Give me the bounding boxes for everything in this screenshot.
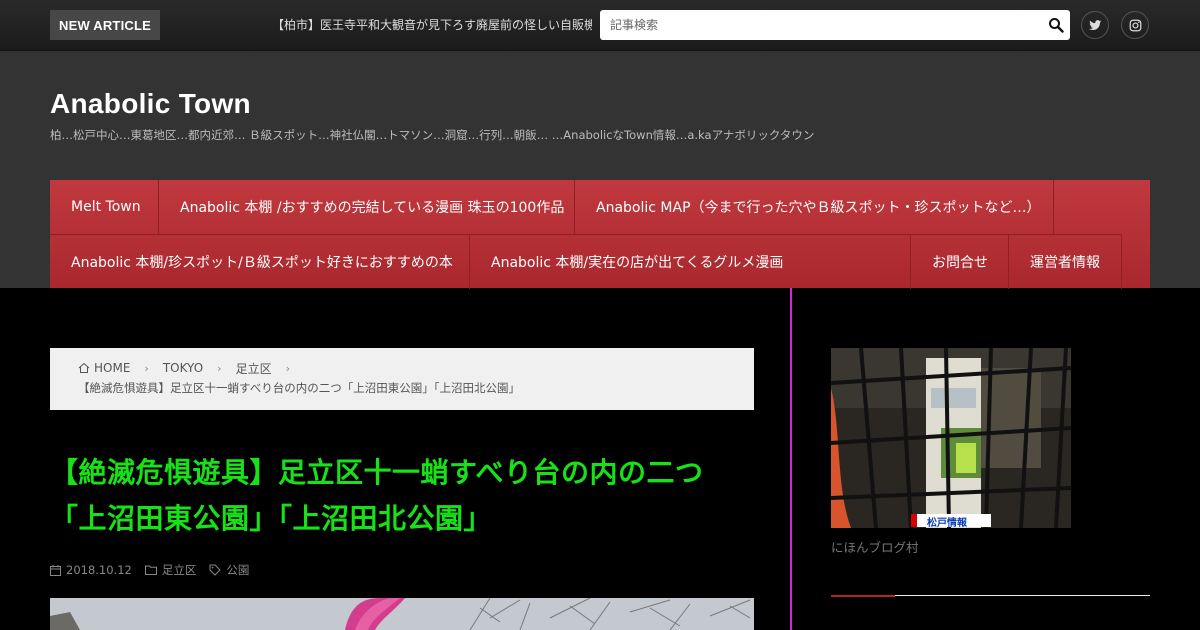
post-category[interactable]: 足立区 (162, 562, 197, 578)
search-box (600, 10, 1070, 40)
sidebar-divider-accent (831, 595, 895, 597)
post-meta: 2018.10.12 足立区 公園 (50, 561, 262, 579)
nav-row-2: Anabolic 本棚/珍スポット/Ｂ級スポット好きにおすすめの本 Anabol… (50, 234, 1122, 289)
calendar-icon (50, 564, 61, 576)
breadcrumb-current: 【絶滅危惧遊具】足立区十一蛸すべり台の内の二つ「上沼田東公園」「上沼田北公園」 (78, 381, 520, 395)
breadcrumb-adachi[interactable]: 足立区 (236, 360, 272, 377)
nav-item-bookshelf-spots[interactable]: Anabolic 本棚/珍スポット/Ｂ級スポット好きにおすすめの本 (50, 235, 470, 289)
ticker-link[interactable]: 【柏市】医王寺平和大観音が見下ろす廃屋前の怪しい自販機 (272, 16, 592, 36)
top-bar: NEW ARTICLE 【柏市】医王寺平和大観音が見下ろす廃屋前の怪しい自販機 (0, 0, 1200, 51)
new-article-badge: NEW ARTICLE (50, 10, 160, 40)
post-tag[interactable]: 公園 (226, 562, 249, 578)
sidebar-banner[interactable]: 松戸情報 (831, 348, 1071, 528)
chevron-right-icon: › (217, 361, 222, 375)
post-date: 2018.10.12 (66, 563, 132, 577)
post-image-art (50, 598, 754, 630)
site-title[interactable]: Anabolic Town (50, 88, 251, 120)
chevron-right-icon: › (285, 361, 290, 375)
breadcrumb: HOME › TOKYO › 足立区 › 【絶滅危惧遊具】足立区十一蛸すべり台の… (50, 348, 754, 410)
nav-row-1: Melt Town Anabolic 本棚 /おすすめの完結している漫画 珠玉の… (50, 180, 1054, 234)
nav-item-bookshelf-manga[interactable]: Anabolic 本棚 /おすすめの完結している漫画 珠玉の100作品 (159, 180, 575, 234)
folder-icon (144, 565, 157, 575)
nav-item-melt-town[interactable]: Melt Town (50, 180, 159, 234)
breadcrumb-home[interactable]: HOME (94, 361, 130, 375)
twitter-icon (1088, 19, 1101, 30)
tag-icon (209, 564, 222, 576)
twitter-button[interactable] (1081, 11, 1109, 39)
banner-label: 松戸情報 (927, 518, 967, 528)
nav-item-bookshelf-gourmet[interactable]: Anabolic 本棚/実在の店が出てくるグルメ漫画 (470, 235, 911, 289)
nav-item-anabolic-map[interactable]: Anabolic MAP（今まで行った穴やＢ級スポット・珍スポットなど…） (575, 180, 1054, 234)
breadcrumb-tokyo[interactable]: TOKYO (163, 361, 203, 375)
post-eyecatch-image (50, 598, 754, 630)
nav-item-contact[interactable]: お問合せ (911, 235, 1009, 289)
instagram-icon (1129, 19, 1141, 31)
nav-item-about[interactable]: 運営者情報 (1009, 235, 1122, 289)
site-description: 柏…松戸中心…東葛地区…都内近郊… Ｂ級スポット…神社仏閣…トマソン…洞窟…行列… (50, 128, 815, 142)
instagram-button[interactable] (1121, 11, 1149, 39)
site-header: Anabolic Town 柏…松戸中心…東葛地区…都内近郊… Ｂ級スポット…神… (0, 51, 1200, 289)
blog-village-link[interactable]: にほんブログ村 (831, 537, 919, 556)
chevron-right-icon: › (144, 361, 149, 375)
post-title: 【絶滅危惧遊具】足立区十一蛸すべり台の内の二つ「上沼田東公園」「上沼田北公園」 (50, 456, 704, 535)
search-input[interactable] (600, 10, 1030, 40)
search-icon[interactable] (1048, 17, 1064, 33)
main-nav: Melt Town Anabolic 本棚 /おすすめの完結している漫画 珠玉の… (50, 180, 1150, 289)
home-icon (78, 362, 90, 373)
content-divider (790, 288, 792, 630)
banner-photo (831, 348, 1071, 528)
